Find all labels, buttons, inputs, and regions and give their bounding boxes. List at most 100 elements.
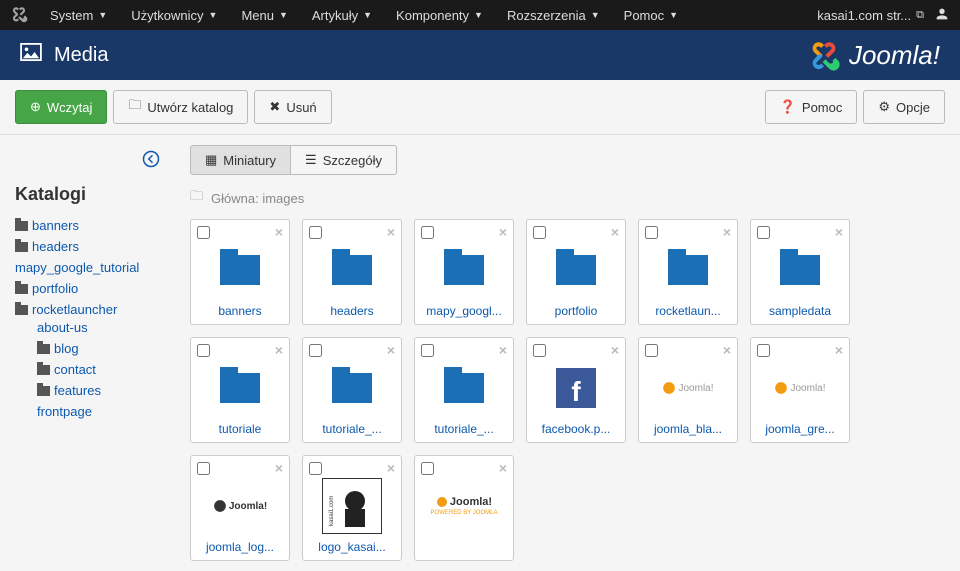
select-checkbox[interactable]: [197, 226, 210, 239]
select-checkbox[interactable]: [309, 344, 322, 357]
close-icon[interactable]: ×: [723, 342, 731, 358]
thumbnail: Joomla!: [757, 358, 843, 418]
tree-item-frontpage[interactable]: frontpage: [37, 404, 165, 419]
joomla-icon[interactable]: [10, 5, 28, 26]
close-icon[interactable]: ×: [723, 224, 731, 240]
select-checkbox[interactable]: [421, 226, 434, 239]
view-mode-tabs: ▦ Miniatury ☰ Szczegóły: [190, 145, 945, 175]
media-item[interactable]: ×portfolio: [526, 219, 626, 325]
media-item[interactable]: ×Joomla!joomla_bla...: [638, 337, 738, 443]
tree-item-rocketlauncher[interactable]: rocketlauncher: [15, 302, 165, 317]
close-icon[interactable]: ×: [499, 342, 507, 358]
close-icon[interactable]: ×: [387, 224, 395, 240]
folder-icon: [668, 255, 708, 285]
help-button[interactable]: ❓ Pomoc: [765, 90, 858, 124]
thumbnail: kasai1.com: [309, 476, 395, 536]
menu-item-menu[interactable]: Menu ▼: [229, 0, 299, 30]
select-checkbox[interactable]: [757, 226, 770, 239]
thumbnail: [533, 240, 619, 300]
select-checkbox[interactable]: [421, 344, 434, 357]
tree-item-mapy_google_tutorial[interactable]: mapy_google_tutorial: [15, 260, 165, 275]
chevron-down-icon: ▼: [363, 10, 372, 20]
media-item[interactable]: ×ffacebook.p...: [526, 337, 626, 443]
close-icon[interactable]: ×: [499, 460, 507, 476]
tab-details[interactable]: ☰ Szczegóły: [291, 145, 397, 175]
close-icon[interactable]: ×: [835, 224, 843, 240]
close-icon[interactable]: ×: [387, 342, 395, 358]
media-grid: ×banners×headers×mapy_googl...×portfolio…: [190, 219, 945, 561]
select-checkbox[interactable]: [309, 462, 322, 475]
select-checkbox[interactable]: [421, 462, 434, 475]
menu-item-system[interactable]: System ▼: [38, 0, 119, 30]
tree-item-portfolio[interactable]: portfolio: [15, 281, 165, 296]
select-checkbox[interactable]: [197, 462, 210, 475]
media-item[interactable]: ×tutoriale_...: [302, 337, 402, 443]
select-checkbox[interactable]: [757, 344, 770, 357]
folder-icon: [15, 284, 28, 294]
menu-item-artykuły[interactable]: Artykuły ▼: [300, 0, 384, 30]
view-site-link[interactable]: kasai1.com str... ⧉: [817, 8, 924, 23]
media-item[interactable]: ×mapy_googl...: [414, 219, 514, 325]
thumbnail: [309, 358, 395, 418]
item-label: joomla_log...: [197, 540, 283, 554]
close-icon[interactable]: ×: [611, 342, 619, 358]
media-item[interactable]: ×Joomla!joomla_gre...: [750, 337, 850, 443]
delete-button[interactable]: ✖ Usuń: [254, 90, 331, 124]
media-item[interactable]: ×sampledata: [750, 219, 850, 325]
media-item[interactable]: ×tutoriale_...: [414, 337, 514, 443]
media-item[interactable]: ×banners: [190, 219, 290, 325]
gear-icon: ⚙: [878, 99, 890, 115]
chevron-down-icon: ▼: [474, 10, 483, 20]
tree-item-banners[interactable]: banners: [15, 218, 165, 233]
upload-button[interactable]: ⊕ Wczytaj: [15, 90, 107, 124]
close-icon[interactable]: ×: [611, 224, 619, 240]
menu-item-rozszerzenia[interactable]: Rozszerzenia ▼: [495, 0, 612, 30]
close-icon[interactable]: ×: [499, 224, 507, 240]
page-title: Media: [54, 44, 108, 67]
media-item[interactable]: ×Joomla!joomla_log...: [190, 455, 290, 561]
menu-item-pomoc[interactable]: Pomoc ▼: [612, 0, 690, 30]
sidebar: Katalogi bannersheadersmapy_google_tutor…: [0, 135, 175, 571]
media-item[interactable]: ×headers: [302, 219, 402, 325]
select-checkbox[interactable]: [533, 344, 546, 357]
help-icon: ❓: [780, 99, 796, 115]
admin-topbar: System ▼Użytkownicy ▼Menu ▼Artykuły ▼Kom…: [0, 0, 960, 30]
tree-item-contact[interactable]: contact: [37, 362, 165, 377]
close-icon[interactable]: ×: [387, 460, 395, 476]
upload-icon: ⊕: [30, 99, 41, 115]
media-item[interactable]: ×Joomla!POWERED BY JOOMLA: [414, 455, 514, 561]
tree-item-about-us[interactable]: about-us: [37, 320, 165, 335]
menu-item-użytkownicy[interactable]: Użytkownicy ▼: [119, 0, 229, 30]
tree-item-headers[interactable]: headers: [15, 239, 165, 254]
item-label: rocketlaun...: [645, 304, 731, 318]
create-folder-button[interactable]: 🗀 Utwórz katalog: [113, 90, 248, 124]
collapse-sidebar-button[interactable]: [15, 145, 165, 176]
close-icon[interactable]: ×: [275, 224, 283, 240]
tab-thumbnails[interactable]: ▦ Miniatury: [190, 145, 291, 175]
thumbnail: [757, 240, 843, 300]
grid-icon: ▦: [205, 152, 217, 168]
tree-item-features[interactable]: features: [37, 383, 165, 398]
folder-icon: [332, 255, 372, 285]
close-icon[interactable]: ×: [275, 460, 283, 476]
tree-item-blog[interactable]: blog: [37, 341, 165, 356]
folder-icon: [220, 255, 260, 285]
select-checkbox[interactable]: [533, 226, 546, 239]
media-item[interactable]: ×kasai1.comlogo_kasai...: [302, 455, 402, 561]
close-icon[interactable]: ×: [835, 342, 843, 358]
select-checkbox[interactable]: [197, 344, 210, 357]
folder-icon: [15, 305, 28, 315]
select-checkbox[interactable]: [645, 226, 658, 239]
folder-icon: [444, 373, 484, 403]
select-checkbox[interactable]: [309, 226, 322, 239]
list-icon: ☰: [305, 152, 317, 168]
user-menu-icon[interactable]: [934, 6, 950, 25]
media-item[interactable]: ×tutoriale: [190, 337, 290, 443]
main-content: ▦ Miniatury ☰ Szczegóły 🗀 Główna: images…: [175, 135, 960, 571]
options-button[interactable]: ⚙ Opcje: [863, 90, 945, 124]
menu-item-komponenty[interactable]: Komponenty ▼: [384, 0, 495, 30]
select-checkbox[interactable]: [645, 344, 658, 357]
close-icon[interactable]: ×: [275, 342, 283, 358]
media-item[interactable]: × rocketlaun...: [638, 219, 738, 325]
folder-icon: [556, 255, 596, 285]
